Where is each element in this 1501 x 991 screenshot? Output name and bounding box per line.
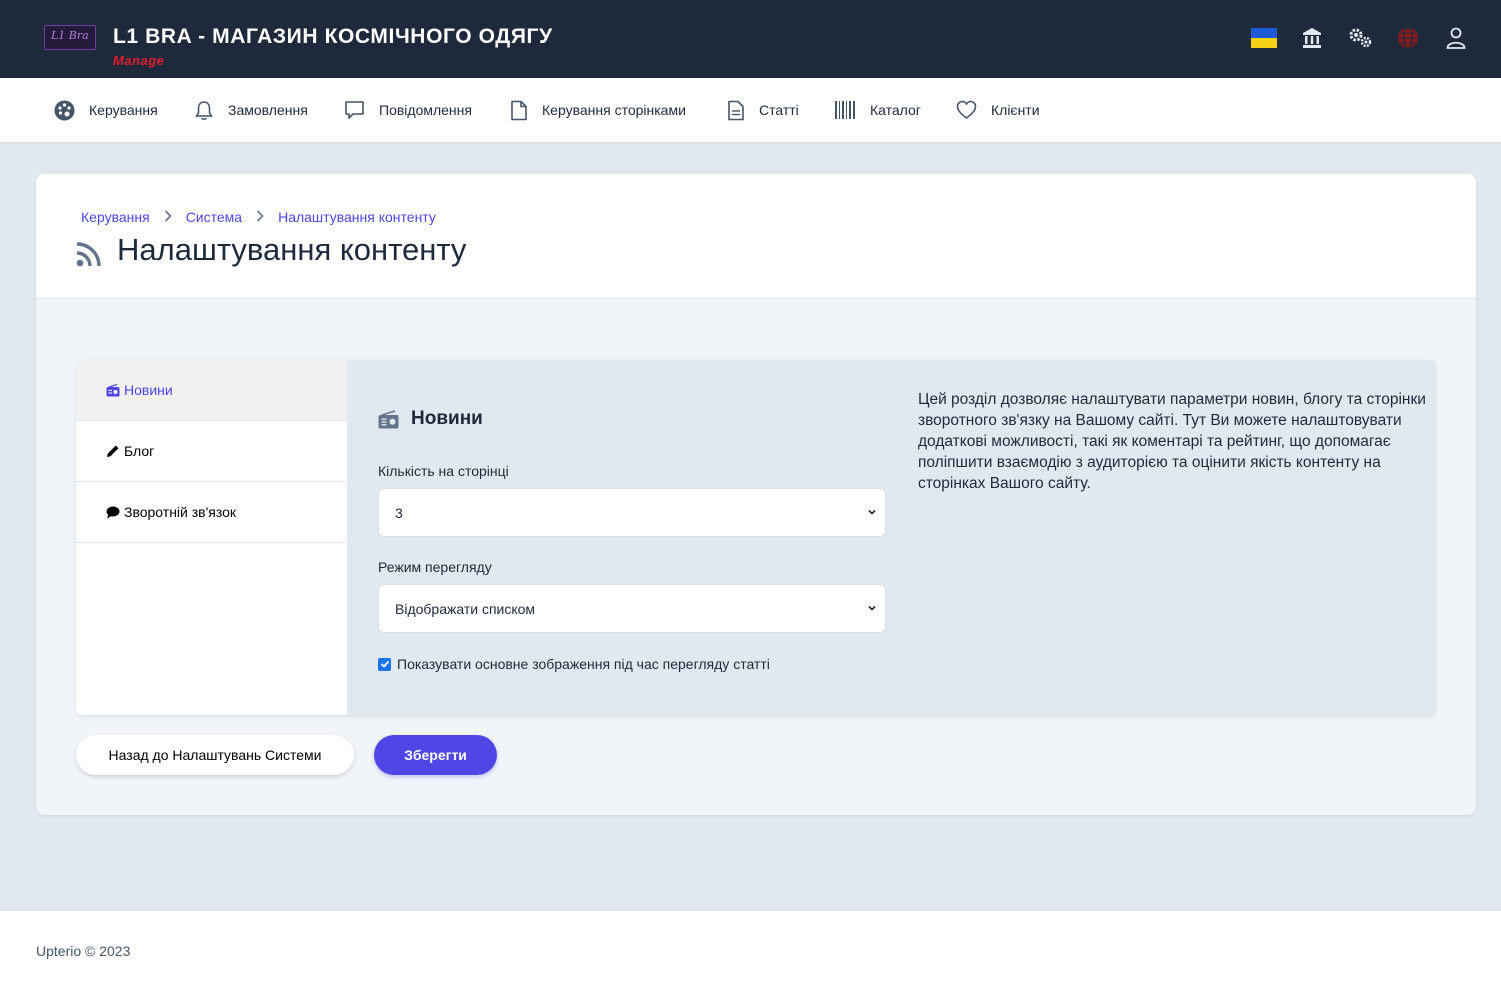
page-header: Керування Система Налаштування контенту … bbox=[36, 174, 1476, 299]
footer-copyright: Upterio © 2023 bbox=[36, 943, 131, 959]
nav-item-clients[interactable]: Клієнти bbox=[956, 96, 1040, 124]
settings-panel: Новини Блог Зворотній зв'язок Новини Кіл… bbox=[76, 360, 1436, 715]
section-description: Цей розділ дозволяє налаштувати параметр… bbox=[918, 391, 1426, 492]
tab-news[interactable]: Новини bbox=[76, 360, 347, 421]
per-page-label: Кількість на сторінці bbox=[378, 463, 509, 479]
bank-icon[interactable] bbox=[1300, 26, 1326, 52]
chevron-right-icon bbox=[256, 209, 264, 225]
breadcrumb-item-system[interactable]: Система bbox=[186, 209, 242, 225]
nav-item-messages[interactable]: Повідомлення bbox=[344, 96, 472, 124]
section-title: Новини bbox=[378, 408, 483, 430]
nav-label: Каталог bbox=[870, 102, 921, 118]
footer: Upterio © 2023 bbox=[0, 911, 1501, 991]
nav-item-articles[interactable]: Статті bbox=[727, 96, 799, 124]
nav-item-dashboard[interactable]: Керування bbox=[54, 96, 158, 124]
tab-label: Новини bbox=[124, 382, 173, 398]
app-title: L1 BRA - МАГАЗИН КОСМІЧНОГО ОДЯГУ bbox=[113, 25, 553, 48]
bell-icon bbox=[195, 100, 213, 120]
per-page-select[interactable]: 3 bbox=[378, 488, 886, 537]
document-icon bbox=[728, 100, 744, 120]
heart-icon bbox=[956, 100, 977, 120]
logo-text: L1 Bra bbox=[51, 29, 89, 42]
tab-blog[interactable]: Блог bbox=[76, 421, 347, 482]
nav-label: Керування сторінками bbox=[542, 102, 686, 118]
per-page-value: 3 bbox=[395, 504, 403, 521]
comment-icon bbox=[106, 506, 120, 518]
rss-icon bbox=[76, 241, 102, 272]
chevron-down-icon bbox=[868, 509, 876, 515]
app-subtitle: Manage bbox=[113, 53, 165, 68]
nav-item-orders[interactable]: Замовлення bbox=[194, 96, 308, 124]
view-mode-value: Відображати списком bbox=[395, 600, 536, 617]
content-card: Керування Система Налаштування контенту … bbox=[36, 174, 1476, 815]
brand-logo[interactable]: L1 Bra bbox=[44, 25, 96, 50]
nav-label: Клієнти bbox=[991, 102, 1040, 118]
save-button[interactable]: Зберегти bbox=[374, 735, 497, 775]
gears-icon[interactable] bbox=[1347, 26, 1373, 52]
radio-icon bbox=[106, 383, 120, 396]
nav-label: Замовлення bbox=[228, 102, 308, 118]
view-mode-label: Режим перегляду bbox=[378, 559, 492, 575]
ukraine-flag-icon[interactable] bbox=[1251, 28, 1277, 54]
settings-tabs: Новини Блог Зворотній зв'язок bbox=[76, 360, 347, 715]
globe-icon[interactable] bbox=[1396, 26, 1422, 52]
show-image-checkbox[interactable] bbox=[378, 657, 391, 671]
breadcrumb-item-dashboard[interactable]: Керування bbox=[81, 209, 150, 225]
chevron-down-icon bbox=[868, 605, 876, 611]
page-icon bbox=[511, 100, 527, 120]
chevron-right-icon bbox=[164, 209, 172, 225]
back-to-system-settings-button[interactable]: Назад до Налаштувань Системи bbox=[76, 735, 354, 775]
palette-icon bbox=[54, 100, 75, 120]
show-image-label: Показувати основне зображення під час пе… bbox=[397, 656, 770, 672]
section-title-text: Новини bbox=[411, 408, 483, 429]
message-icon bbox=[345, 100, 364, 119]
breadcrumb-item-current[interactable]: Налаштування контенту bbox=[278, 209, 436, 225]
main-nav: Керування Замовлення Повідомлення Керува… bbox=[0, 78, 1501, 142]
pencil-icon bbox=[107, 445, 119, 457]
page-title: Налаштування контенту bbox=[117, 232, 467, 267]
nav-item-pages[interactable]: Керування сторінками bbox=[510, 96, 686, 124]
user-icon[interactable] bbox=[1444, 26, 1470, 52]
nav-label: Статті bbox=[759, 102, 799, 118]
tab-label: Блог bbox=[124, 443, 155, 459]
breadcrumb: Керування Система Налаштування контенту bbox=[81, 209, 436, 225]
nav-item-catalog[interactable]: Каталог bbox=[834, 96, 921, 124]
radio-icon bbox=[378, 409, 399, 428]
nav-label: Повідомлення bbox=[379, 102, 472, 118]
tab-label: Зворотній зв'язок bbox=[124, 504, 237, 520]
barcode-icon bbox=[835, 101, 855, 119]
tab-feedback[interactable]: Зворотній зв'язок bbox=[76, 482, 347, 543]
top-bar: L1 Bra L1 BRA - МАГАЗИН КОСМІЧНОГО ОДЯГУ… bbox=[0, 0, 1501, 78]
view-mode-select[interactable]: Відображати списком bbox=[378, 584, 886, 633]
nav-label: Керування bbox=[89, 102, 158, 118]
show-image-option: Показувати основне зображення під час пе… bbox=[378, 656, 770, 672]
